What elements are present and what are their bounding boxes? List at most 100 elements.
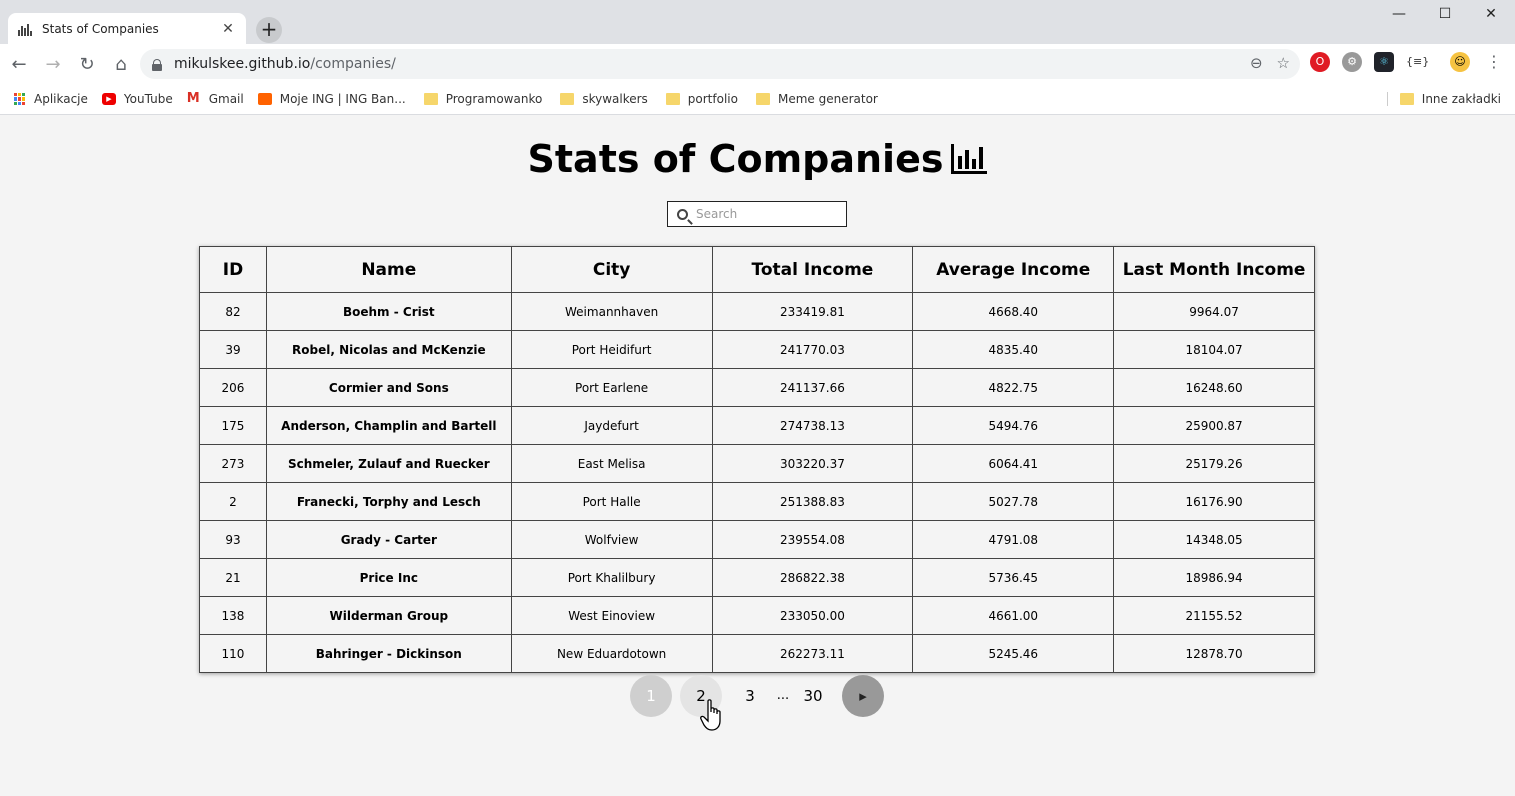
page-button-1[interactable]: 1 (630, 675, 672, 717)
react-extension-icon[interactable]: ⚛ (1374, 52, 1394, 72)
new-tab-button[interactable]: + (256, 17, 282, 43)
cell-total-income: 286822.38 (711, 558, 914, 597)
close-tab-icon[interactable]: ✕ (220, 21, 236, 37)
cell-last-month-income: 25179.26 (1113, 444, 1315, 483)
opera-extension-icon[interactable]: O (1310, 52, 1330, 72)
column-header-average-income[interactable]: Average Income (912, 246, 1115, 293)
table-row[interactable]: 82 Boehm - Crist Weimannhaven 233419.81 4668… (199, 292, 1315, 331)
cell-last-month-income: 14348.05 (1113, 520, 1315, 559)
cell-id: 110 (199, 634, 267, 673)
maximize-button[interactable]: ☐ (1422, 0, 1468, 30)
cell-last-month-income: 9964.07 (1113, 292, 1315, 331)
cell-city: Weimannhaven (510, 292, 713, 331)
table-row[interactable]: 273 Schmeler, Zulauf and Ruecker East Meli… (199, 444, 1315, 483)
cell-city: East Melisa (510, 444, 713, 483)
page-button-last[interactable]: 30 (792, 675, 834, 717)
table-header-row: ID Name City Total Income Average Income… (199, 246, 1315, 293)
star-icon[interactable]: ☆ (1277, 54, 1290, 72)
minimize-button[interactable]: — (1376, 0, 1422, 30)
table-row[interactable]: 2 Franecki, Torphy and Lesch Port Halle 251… (199, 482, 1315, 521)
cell-last-month-income: 21155.52 (1113, 596, 1315, 635)
cell-name: Price Inc (265, 558, 512, 597)
cell-name: Schmeler, Zulauf and Ruecker (265, 444, 512, 483)
youtube-icon: ▶ (101, 93, 116, 105)
cell-id: 138 (199, 596, 267, 635)
folder-icon (1399, 93, 1414, 105)
profile-avatar-icon[interactable]: ☺ (1450, 52, 1470, 72)
table-row[interactable]: 110 Bahringer - Dickinson New Eduardotown 2… (199, 634, 1315, 673)
cell-id: 21 (199, 558, 267, 597)
bar-chart-icon (951, 139, 988, 174)
cell-total-income: 303220.37 (711, 444, 914, 483)
gear-extension-icon[interactable]: ⚙ (1342, 52, 1362, 72)
cell-total-income: 251388.83 (711, 482, 914, 521)
bookmark-label: portfolio (687, 92, 738, 106)
cell-average-income: 4835.40 (912, 330, 1115, 369)
reload-button[interactable]: ↻ (72, 49, 102, 79)
json-extension-icon[interactable]: {≡} (1406, 52, 1429, 72)
column-header-name[interactable]: Name (265, 246, 512, 293)
table-row[interactable]: 93 Grady - Carter Wolfview 239554.08 4791.08… (199, 520, 1315, 559)
cell-city: Port Earlene (510, 368, 713, 407)
column-header-city[interactable]: City (510, 246, 713, 293)
table-row[interactable]: 138 Wilderman Group West Einoview 233050.00… (199, 596, 1315, 635)
gmail-icon: M (186, 91, 200, 106)
table-row[interactable]: 175 Anderson, Champlin and Bartell Jaydefu… (199, 406, 1315, 445)
caret-right-icon: ▸ (859, 687, 867, 705)
next-page-button[interactable]: ▸ (842, 675, 884, 717)
cell-last-month-income: 18104.07 (1113, 330, 1315, 369)
url-path: /companies/ (310, 56, 396, 72)
ing-icon (257, 93, 272, 105)
table-row[interactable]: 21 Price Inc Port Khalilbury 286822.38 5736.… (199, 558, 1315, 597)
lock-icon (152, 58, 162, 71)
bookmark-programowanko[interactable]: Programowanko (423, 92, 542, 106)
cell-total-income: 262273.11 (711, 634, 914, 673)
folder-icon (665, 93, 680, 105)
omnibox-actions: ⊖ ☆ (1250, 54, 1290, 72)
column-header-last-month-income[interactable]: Last Month Income (1113, 246, 1315, 293)
url-text: mikulskee.github.io/companies/ (174, 56, 396, 72)
back-button[interactable]: ← (4, 49, 34, 79)
bookmark-portfolio[interactable]: portfolio (665, 92, 738, 106)
cell-last-month-income: 12878.70 (1113, 634, 1315, 673)
bookmark-meme-generator[interactable]: Meme generator (755, 92, 878, 106)
bookmark-gmail[interactable]: M Gmail (187, 92, 244, 106)
cell-name: Cormier and Sons (265, 368, 512, 407)
cell-city: New Eduardotown (510, 634, 713, 673)
bookmark-apps[interactable]: Aplikacje (14, 92, 88, 106)
cell-last-month-income: 18986.94 (1113, 558, 1315, 597)
address-bar[interactable]: mikulskee.github.io/companies/ ⊖ ☆ (140, 49, 1300, 79)
bookmark-label: Moje ING | ING Ban... (279, 92, 406, 106)
cell-last-month-income: 25900.87 (1113, 406, 1315, 445)
home-button[interactable]: ⌂ (106, 49, 136, 79)
bookmark-skywalkers[interactable]: skywalkers (560, 92, 648, 106)
zoom-icon[interactable]: ⊖ (1250, 54, 1263, 72)
column-header-total-income[interactable]: Total Income (711, 246, 914, 293)
cell-id: 39 (199, 330, 267, 369)
browser-tab[interactable]: Stats of Companies ✕ (8, 13, 246, 44)
folder-icon (560, 93, 575, 105)
table-row[interactable]: 39 Robel, Nicolas and McKenzie Port Heidif… (199, 330, 1315, 369)
bar-chart-icon (18, 22, 32, 36)
bookmark-label: Aplikacje (34, 92, 88, 106)
bookmark-ing[interactable]: Moje ING | ING Ban... (257, 92, 406, 106)
cell-total-income: 233050.00 (711, 596, 914, 635)
browser-tabbar: Stats of Companies ✕ + — ☐ ✕ (0, 0, 1515, 44)
search-input[interactable] (694, 206, 838, 222)
close-window-button[interactable]: ✕ (1468, 0, 1514, 30)
cell-average-income: 5736.45 (912, 558, 1115, 597)
folder-icon (755, 93, 770, 105)
bookmark-other[interactable]: Inne zakładki (1386, 92, 1501, 106)
table-row[interactable]: 206 Cormier and Sons Port Earlene 241137.66… (199, 368, 1315, 407)
hand-cursor-icon (700, 699, 721, 731)
cell-id: 175 (199, 406, 267, 445)
page-title: Stats of Companies (0, 137, 1515, 181)
menu-kebab-icon[interactable]: ⋮ (1484, 52, 1504, 72)
cell-id: 82 (199, 292, 267, 331)
cell-total-income: 233419.81 (711, 292, 914, 331)
bookmark-label: YouTube (123, 92, 173, 106)
bookmark-youtube[interactable]: ▶ YouTube (101, 92, 173, 106)
column-header-id[interactable]: ID (199, 246, 267, 293)
forward-button[interactable]: → (38, 49, 68, 79)
cell-name: Bahringer - Dickinson (265, 634, 512, 673)
